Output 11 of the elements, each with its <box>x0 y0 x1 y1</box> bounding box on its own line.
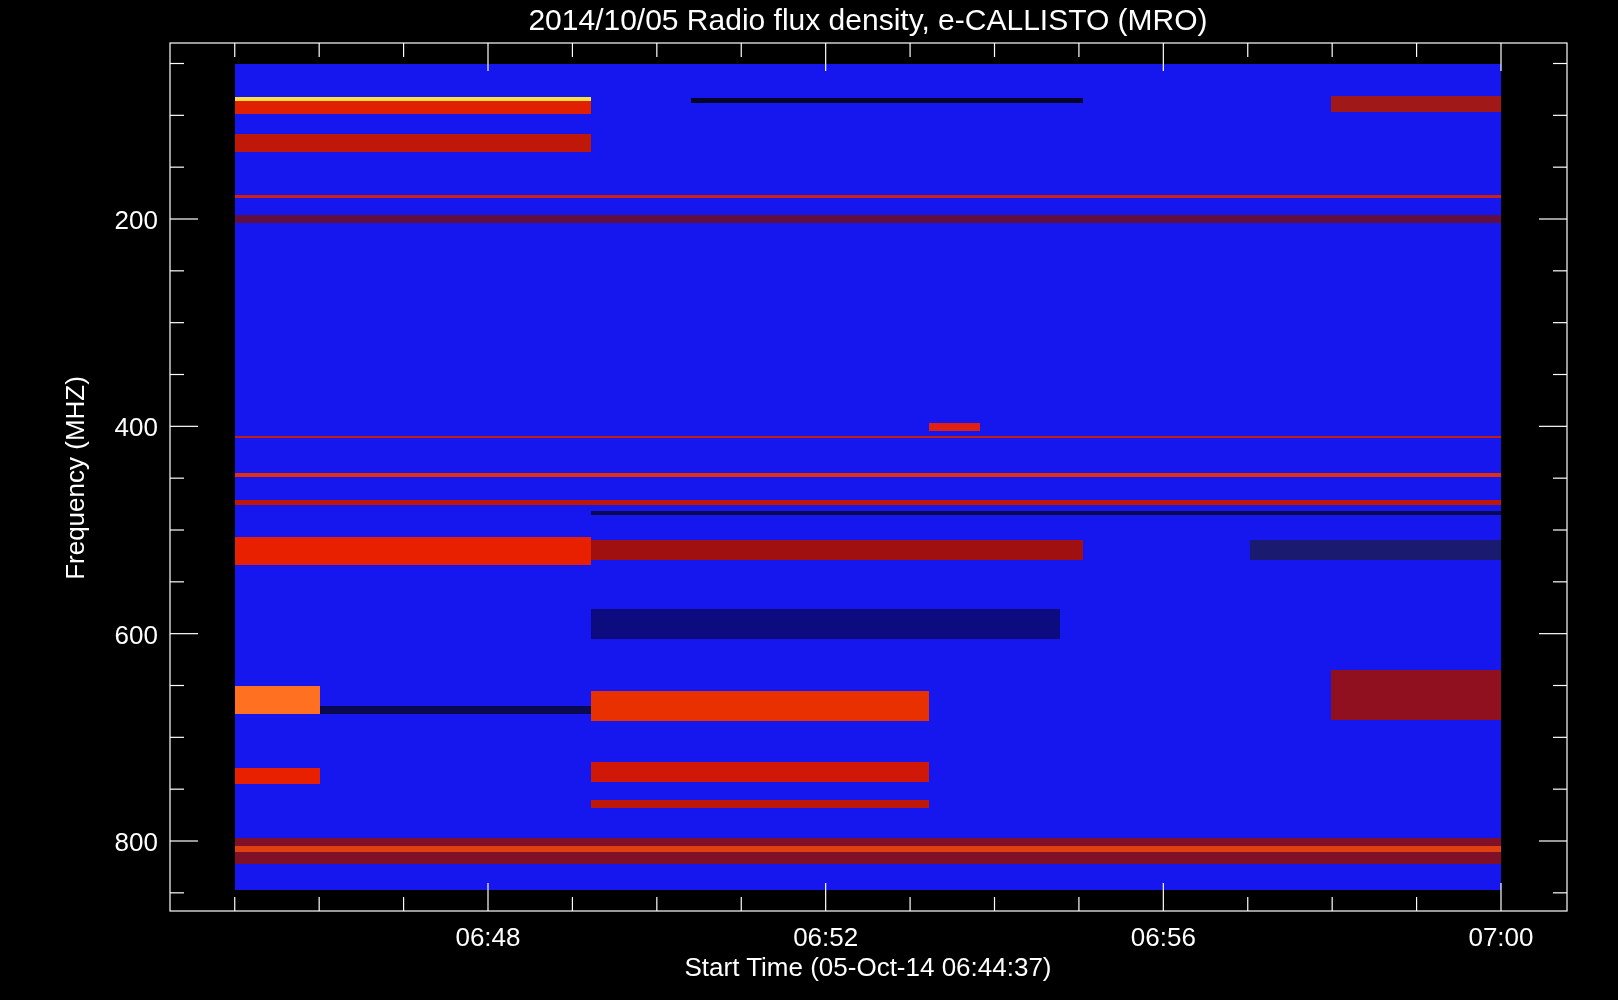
axis-tick-label: 600 <box>114 619 158 650</box>
axis-label: Start Time (05-Oct-14 06:44:37) <box>684 952 1052 982</box>
axis-tick-label: 07:00 <box>1468 922 1534 952</box>
axis-tick-label: 06:48 <box>455 922 521 952</box>
axis-tick-label: 06:52 <box>793 922 859 952</box>
axis-tick-label: 400 <box>114 412 158 443</box>
axis-tick-label: 06:56 <box>1130 922 1196 952</box>
chart-title: 2014/10/05 Radio flux density, e-CALLISTO (MRO) <box>528 3 1208 36</box>
axis-tick-label: 200 <box>114 205 158 235</box>
axis-tick-label: 800 <box>114 827 158 857</box>
axis-label: Frequency (MHZ) <box>60 376 90 580</box>
